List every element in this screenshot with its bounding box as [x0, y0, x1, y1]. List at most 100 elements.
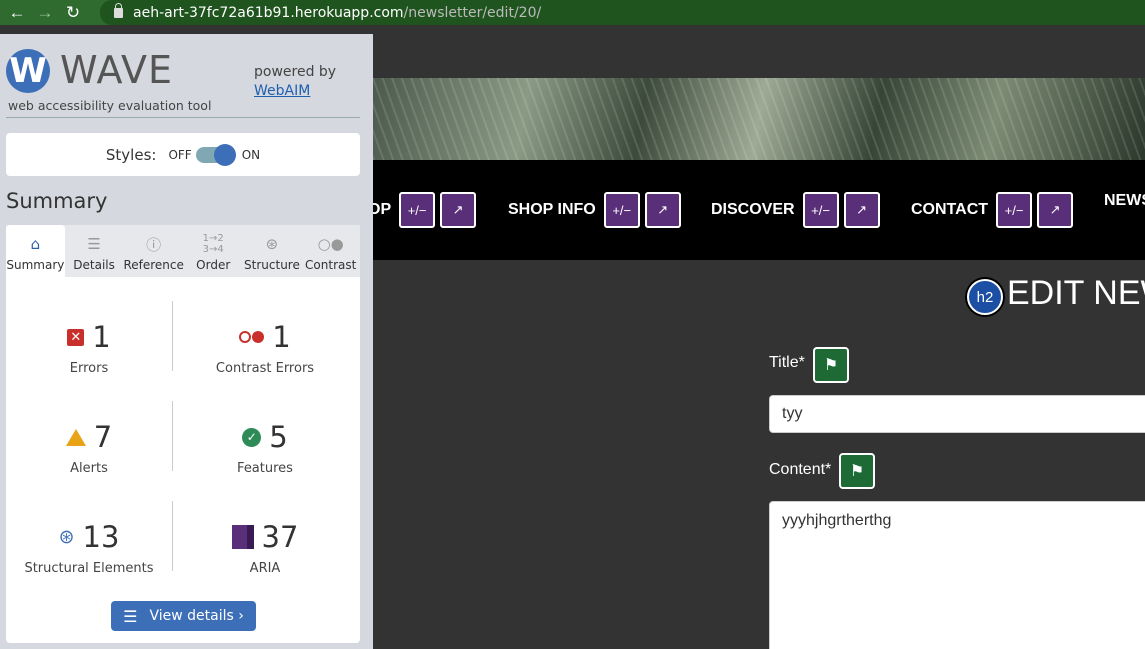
features-count: 5: [269, 420, 288, 454]
divider: [172, 301, 173, 371]
stat-aria[interactable]: 37 ARIA: [182, 515, 348, 605]
webaim-link[interactable]: WebAIM: [254, 83, 310, 99]
alerts-count: 7: [93, 420, 113, 454]
wave-logo-icon: W: [6, 49, 50, 93]
nav-label: CONTACT: [911, 201, 989, 218]
aria-plus-minus-icon: +/−: [603, 192, 640, 228]
styles-toggle-box: Styles: OFF ON: [6, 133, 360, 176]
alerts-label: Alerts: [70, 461, 108, 476]
list-icon: ☰: [87, 235, 101, 253]
contrast-errors-count: 1: [272, 320, 291, 354]
tab-label: Order: [196, 258, 231, 272]
tab-label: Details: [73, 258, 115, 272]
powered-by-text: powered by: [254, 64, 337, 80]
aria-popup-icon: ↗: [1037, 192, 1074, 228]
nav-item-shop-info[interactable]: SHOP INFO +/− ↗: [508, 192, 686, 228]
aria-plus-minus-icon: +/−: [399, 192, 436, 228]
hero-image: [373, 78, 1145, 160]
info-icon: ⓘ: [146, 235, 162, 254]
aria-label: ARIA: [249, 561, 281, 576]
structure-icon: ⊛: [265, 235, 279, 253]
url-host: aeh-art-37fc72a61b91.herokuapp.com: [133, 4, 404, 21]
home-icon: ⌂: [30, 235, 41, 253]
lock-icon: [114, 2, 123, 18]
reload-icon[interactable]: ↻: [62, 2, 84, 24]
alert-icon: [65, 428, 86, 446]
tag-icon: ⚑: [813, 347, 849, 383]
wave-header: W WAVE web accessibility evaluation tool…: [6, 46, 360, 118]
address-bar[interactable]: aeh-art-37fc72a61b91.herokuapp.com/newsl…: [100, 0, 1145, 25]
stat-errors[interactable]: ✕ 1 Errors: [6, 315, 172, 405]
structural-label: Structural Elements: [24, 561, 154, 576]
stat-features[interactable]: ✓ 5 Features: [182, 415, 348, 505]
view-details-label: View details ›: [149, 608, 244, 624]
tab-details[interactable]: ☰ Details: [65, 225, 124, 277]
error-icon: ✕: [67, 328, 85, 346]
summary-card: ✕ 1 Errors 1 Contrast Errors 7 Alerts ✓ 5 …: [6, 277, 360, 643]
toggle-knob: [213, 143, 236, 166]
aria-icon: [231, 525, 254, 549]
tab-reference[interactable]: ⓘ Reference: [123, 225, 183, 277]
tab-structure[interactable]: ⊛ Structure: [243, 225, 302, 277]
nav-label: SHOP INFO: [508, 201, 596, 218]
page-title: EDIT NEW: [1007, 274, 1145, 312]
wave-tabs: ⌂ Summary ☰ Details ⓘ Reference 1→2 3→4 O…: [6, 225, 360, 277]
divider: [172, 501, 173, 571]
nav-item-shop[interactable]: OP +/− ↗: [373, 192, 481, 228]
h2-heading-badge: h2: [967, 279, 1003, 315]
structural-count: 13: [82, 520, 120, 554]
list-icon: ☰: [123, 606, 138, 626]
tab-label: Summary: [6, 258, 65, 272]
stat-structural[interactable]: ⊛ 13 Structural Elements: [6, 515, 172, 605]
aria-popup-icon: ↗: [843, 192, 880, 228]
toggle-on-label: ON: [241, 147, 261, 162]
browser-toolbar: ← → ↻ aeh-art-37fc72a61b91.herokuapp.com…: [0, 0, 1145, 25]
view-details-button[interactable]: ☰ View details ›: [111, 601, 256, 631]
styles-toggle[interactable]: [195, 143, 236, 166]
wave-title: WAVE: [60, 48, 174, 92]
aria-popup-icon: ↗: [440, 192, 477, 228]
contrast-errors-label: Contrast Errors: [215, 361, 315, 376]
order-icon: 1→2 3→4: [202, 233, 224, 255]
errors-count: 1: [92, 320, 111, 354]
page-content: OP +/− ↗ SHOP INFO +/− ↗ DISCOVER +/− ↗ …: [373, 34, 1145, 649]
contrast-error-icon: [239, 331, 265, 343]
tab-order[interactable]: 1→2 3→4 Order: [184, 225, 243, 277]
styles-label: Styles:: [105, 145, 157, 164]
tab-label: Reference: [123, 258, 184, 272]
errors-label: Errors: [69, 361, 109, 376]
tab-label: Structure: [244, 258, 300, 272]
feature-check-icon: ✓: [242, 427, 262, 447]
nav-item-discover[interactable]: DISCOVER +/− ↗: [711, 192, 885, 228]
nav-label: NEWS: [1104, 192, 1145, 209]
structure-icon: ⊛: [58, 526, 75, 548]
aria-plus-minus-icon: +/−: [996, 192, 1033, 228]
nav-label: OP: [373, 201, 392, 218]
wave-panel: W WAVE web accessibility evaluation tool…: [0, 34, 373, 649]
stat-alerts[interactable]: 7 Alerts: [6, 415, 172, 505]
content-label: Content*: [769, 461, 832, 478]
tab-contrast[interactable]: ○● Contrast: [301, 225, 360, 277]
title-input[interactable]: tyy: [769, 395, 1145, 433]
nav-item-news[interactable]: NEWS: [1104, 192, 1145, 210]
toggle-off-label: OFF: [168, 147, 192, 162]
site-navbar: OP +/− ↗ SHOP INFO +/− ↗ DISCOVER +/− ↗ …: [373, 160, 1145, 260]
back-icon[interactable]: ←: [6, 2, 28, 24]
nav-item-contact[interactable]: CONTACT +/− ↗: [911, 192, 1078, 228]
title-label: Title*: [769, 354, 805, 371]
divider: [172, 401, 173, 471]
nav-label: DISCOVER: [711, 201, 795, 218]
url-path: /newsletter/edit/20/: [403, 4, 542, 21]
content-textarea[interactable]: yyyhjhgrtherthg: [769, 501, 1145, 649]
forward-icon[interactable]: →: [34, 2, 56, 24]
contrast-icon: ○●: [317, 235, 344, 253]
tab-summary[interactable]: ⌂ Summary: [6, 225, 65, 277]
summary-heading: Summary: [6, 189, 108, 213]
aria-count: 37: [261, 520, 299, 554]
tag-icon: ⚑: [839, 453, 875, 489]
wave-subtitle: web accessibility evaluation tool: [8, 98, 212, 113]
features-label: Features: [237, 461, 293, 476]
stat-contrast-errors[interactable]: 1 Contrast Errors: [182, 315, 348, 405]
tab-label: Contrast: [305, 258, 357, 272]
aria-popup-icon: ↗: [644, 192, 681, 228]
